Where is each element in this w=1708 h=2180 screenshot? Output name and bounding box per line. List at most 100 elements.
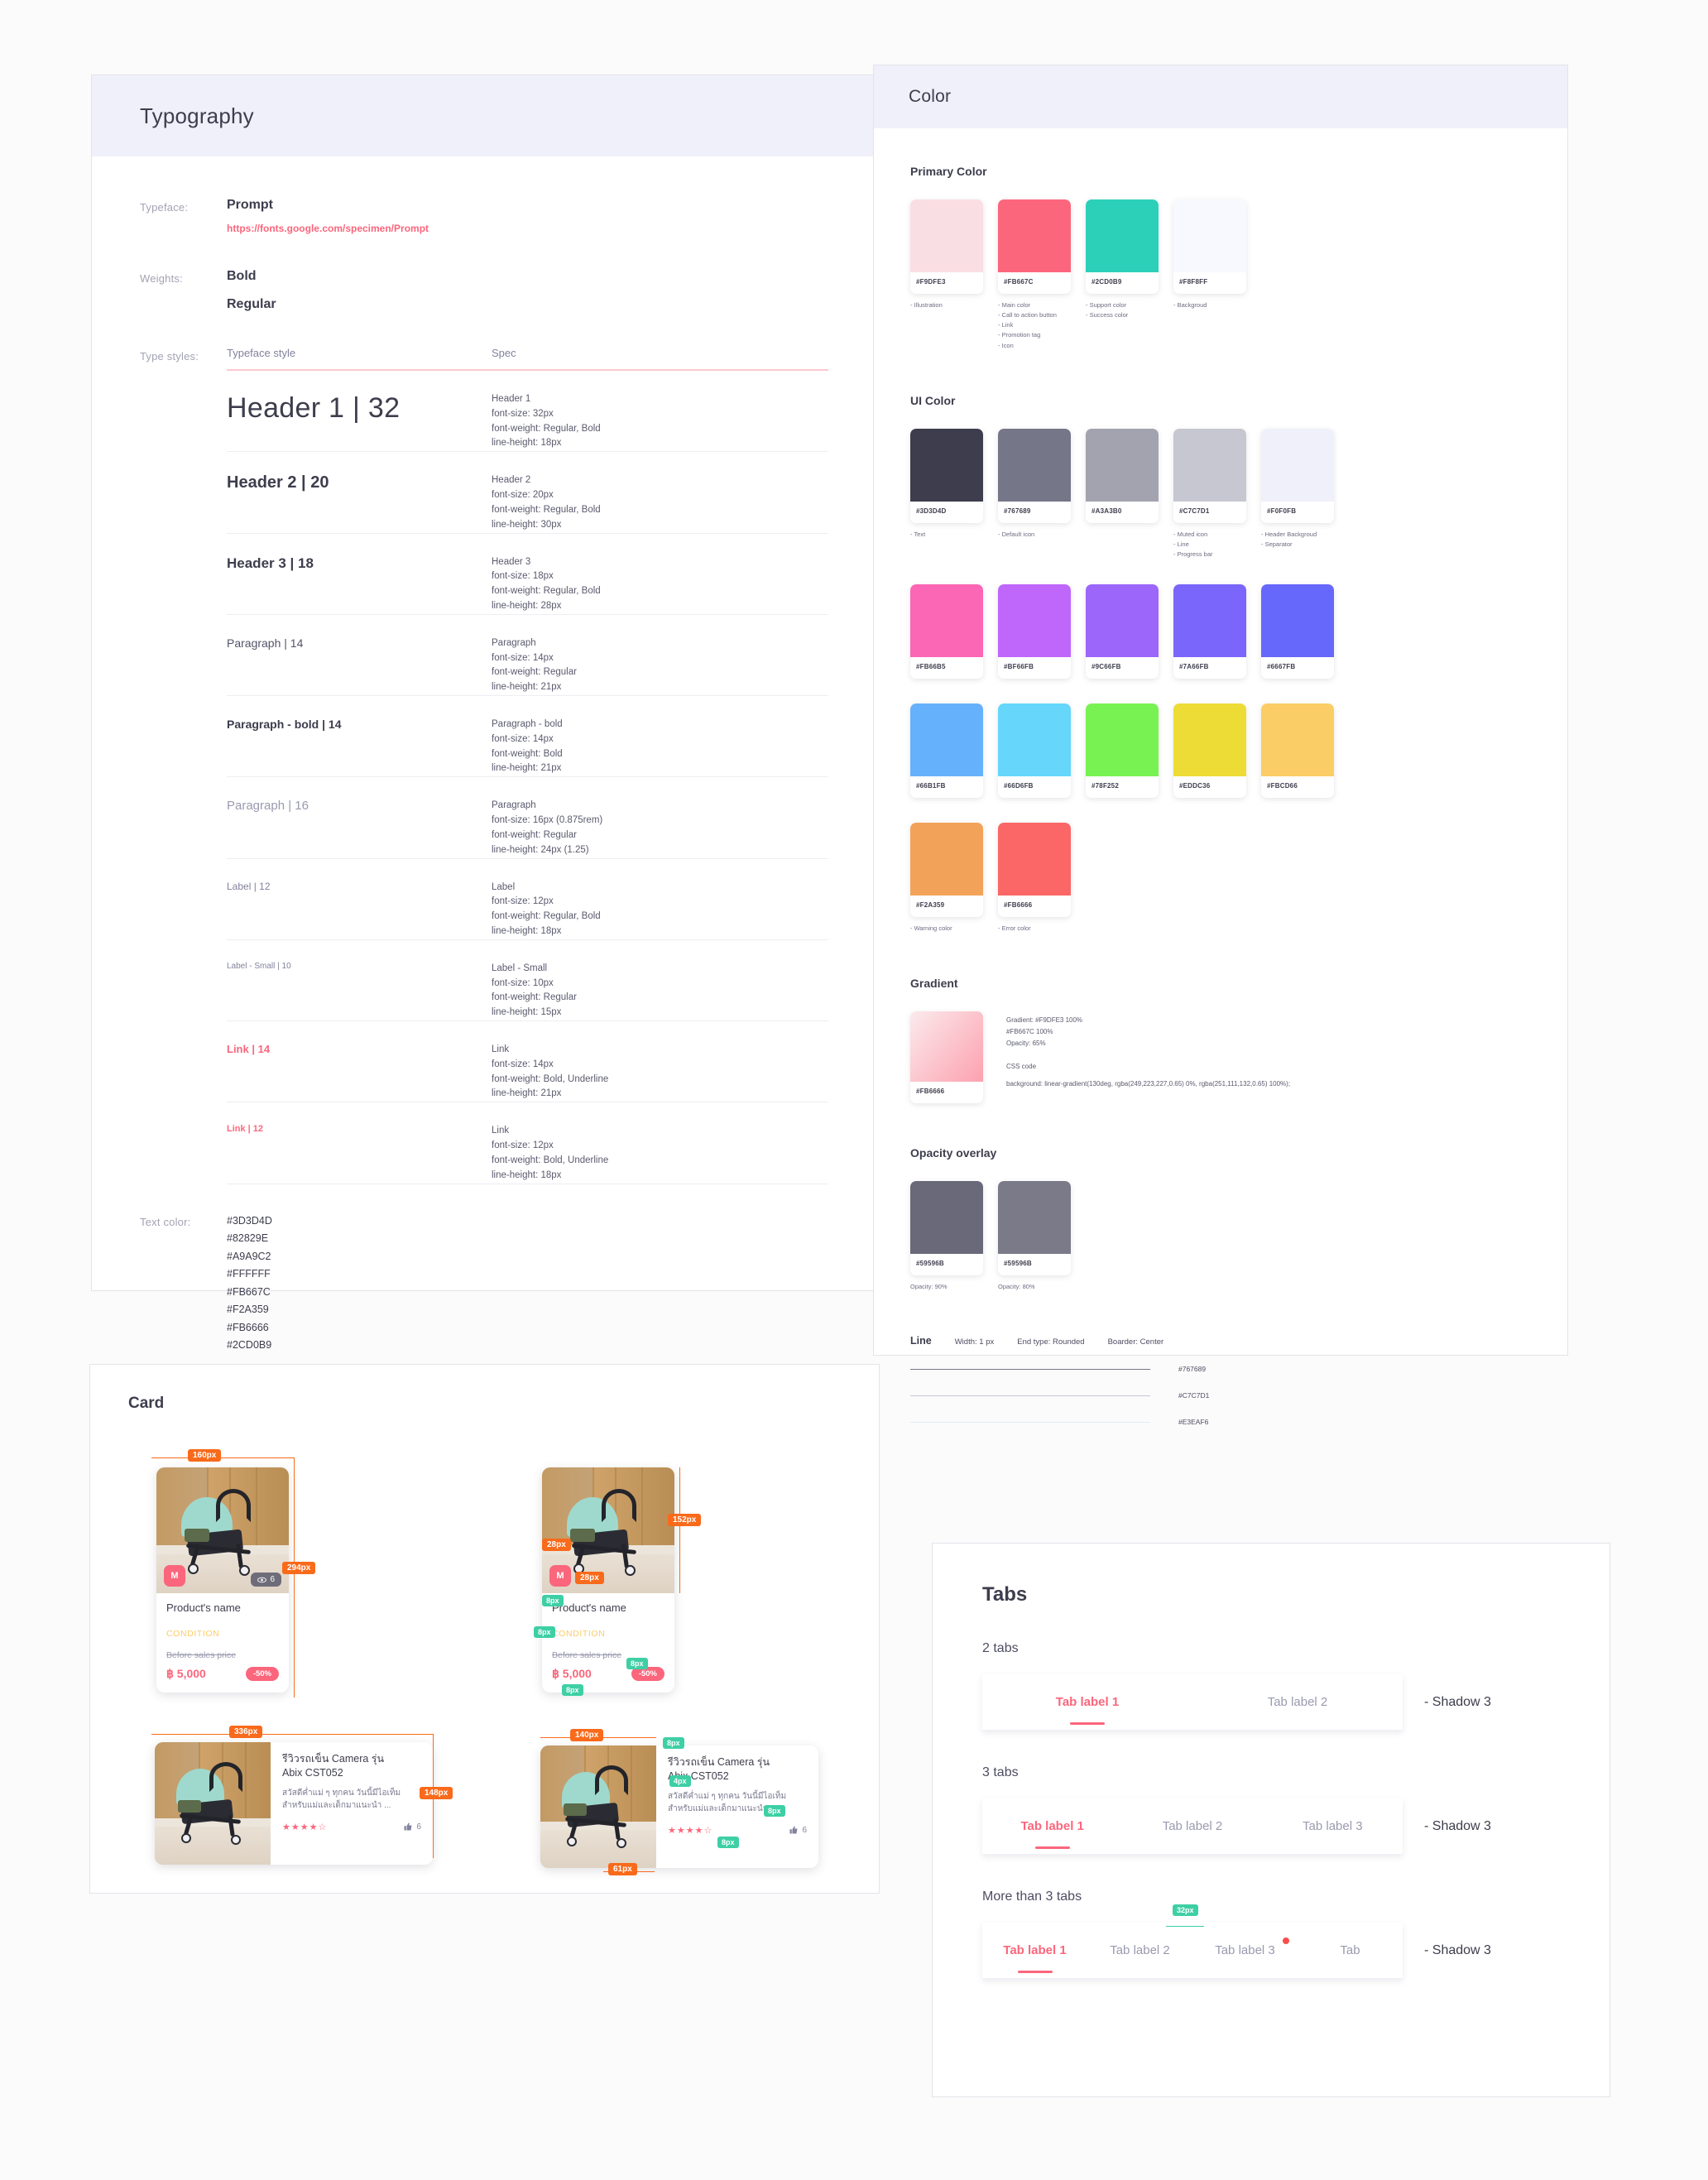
- review-card[interactable]: รีวิวรถเข็น Camera รุ่น Abix CST052 สวัส…: [155, 1742, 433, 1865]
- spec-weight: font-weight: Bold, Underline: [492, 1155, 609, 1165]
- swatch-item: #3D3D4D - Text: [910, 428, 983, 559]
- product-condition: CONDITION: [552, 1629, 606, 1639]
- sample-label-12: Label | 12: [227, 880, 271, 892]
- swatch-item: #C7C7D1 - Muted icon - Line - Progress b…: [1173, 428, 1246, 559]
- color-notes: - Default icon: [998, 523, 1071, 540]
- line-section-title: Line: [910, 1335, 932, 1347]
- rating-stars: ★★★★☆: [282, 1822, 328, 1832]
- color-note: - Promotion tag: [998, 331, 1041, 339]
- spec-size: font-size: 20px: [492, 490, 554, 501]
- type-styles-row: Type styles: Typeface style Spec Header …: [140, 347, 828, 1184]
- spec-size: font-size: 12px: [492, 1140, 554, 1151]
- tab-label-2[interactable]: Tab label 2: [1192, 1674, 1403, 1730]
- swatch-item: #F9DFE3 - Illustration: [910, 199, 983, 351]
- review-photo: [540, 1745, 656, 1868]
- text-color-value: #3D3D4D: [227, 1214, 272, 1227]
- tab-label-1[interactable]: Tab label 1: [982, 1923, 1087, 1978]
- tab-label-1[interactable]: Tab label 1: [982, 1798, 1122, 1854]
- spec-label-12: Label font-size: 12px font-weight: Regul…: [492, 881, 828, 939]
- measure-line: [151, 1457, 294, 1458]
- measure-tag-photo-height: 152px: [668, 1514, 702, 1526]
- spec-line-height: line-height: 15px: [492, 1007, 562, 1018]
- measure-tag-offset: 61px: [608, 1863, 637, 1875]
- spec-line-height: line-height: 30px: [492, 519, 562, 530]
- color-note: - Header Backgroud: [1261, 530, 1317, 538]
- tab-label-3[interactable]: Tab label 3: [1263, 1798, 1403, 1854]
- color-chip: [910, 703, 983, 777]
- text-color-value: #A9A9C2: [227, 1250, 271, 1262]
- tab-label-2[interactable]: Tab label 2: [1122, 1798, 1262, 1854]
- spec-link-14: Link font-size: 14px font-weight: Bold, …: [492, 1043, 828, 1102]
- swatch-item: #767689 - Default icon: [998, 428, 1071, 559]
- tab-text: Tab label 3: [1215, 1943, 1275, 1957]
- column-header-spec: Spec: [492, 347, 516, 359]
- review-footer: ★★★★☆ 6: [282, 1822, 421, 1832]
- spec-label-small-10: Label - Small font-size: 10px font-weigh…: [492, 962, 828, 1020]
- product-photo: M: [542, 1467, 674, 1593]
- color-hex: #59596B: [1004, 1260, 1032, 1268]
- tab-text: Tab label 1: [1055, 1695, 1120, 1709]
- views-badge: 6: [251, 1573, 281, 1587]
- spec-paragraph-14: Paragraph font-size: 14px font-weight: R…: [492, 636, 828, 695]
- gradient-info: Gradient: #F9DFE3 100% #FB667C 100% Opac…: [1006, 1011, 1290, 1090]
- color-chip: [998, 1181, 1071, 1255]
- opacity-note: Opacity: 90%: [910, 1275, 983, 1292]
- table-row: Label | 12 Label font-size: 12px font-we…: [227, 859, 828, 940]
- stroller-photo: [540, 1745, 656, 1868]
- spec-line-height: line-height: 18px: [492, 925, 562, 936]
- type-styles-table-header: Typeface style Spec: [227, 347, 828, 369]
- swatch-item: #7A66FB: [1173, 584, 1246, 679]
- color-notes: - Backgroud: [1173, 294, 1246, 310]
- typography-content: Typeface: Prompt https://fonts.google.co…: [92, 156, 876, 1380]
- color-notes: - Illustration: [910, 294, 983, 310]
- css-code-value: background: linear-gradient(130deg, rgba…: [1006, 1080, 1291, 1088]
- color-chip: [910, 428, 983, 502]
- text-color-values: #3D3D4D #82829E #A9A9C2 #FFFFFF #FB667C …: [227, 1212, 272, 1355]
- swatch-item: #2CD0B9 - Support color - Success color: [1086, 199, 1159, 351]
- gradient-block: #FB6666 Gradient: #F9DFE3 100% #FB667C 1…: [910, 1011, 1531, 1104]
- tab-label-3[interactable]: Tab label 3: [1192, 1923, 1298, 1978]
- tabs-panel-title: Tabs: [982, 1583, 1028, 1606]
- line-sample-row: #C7C7D1: [910, 1391, 1531, 1400]
- spec-size: font-size: 14px: [492, 652, 554, 663]
- measure-tag-badge-size: 28px: [575, 1572, 604, 1584]
- tab-label-1[interactable]: Tab label 1: [982, 1674, 1192, 1730]
- measure-tag-card-width: 160px: [188, 1449, 222, 1462]
- table-row: Header 1 | 32 Header 1 font-size: 32px f…: [227, 371, 828, 453]
- shadow-note: - Shadow 3: [1424, 1943, 1491, 1957]
- color-chip: [1173, 199, 1246, 272]
- color-chip: [1261, 584, 1334, 658]
- tabs-group-label-2: 2 tabs: [982, 1641, 1019, 1655]
- tab-label-4[interactable]: Tab: [1298, 1923, 1403, 1978]
- spec-line-height: line-height: 21px: [492, 682, 562, 693]
- spacing-tag-bottom: 8px: [717, 1837, 739, 1848]
- table-row: Paragraph - bold | 14 Paragraph - bold f…: [227, 696, 828, 778]
- product-card[interactable]: M Product's name CONDITION Before sales …: [542, 1467, 674, 1693]
- color-hex: #78F252: [1091, 782, 1119, 790]
- product-price: ฿ 5,000: [552, 1667, 592, 1680]
- tab-label-2[interactable]: Tab label 2: [1087, 1923, 1192, 1978]
- line-section-header: Line Width: 1 px End type: Rounded Board…: [910, 1335, 1531, 1347]
- weights-row: Weights: Bold Regular: [140, 269, 828, 312]
- spec-weight: font-weight: Regular: [492, 829, 577, 840]
- spec-link-12: Link font-size: 12px font-weight: Bold, …: [492, 1124, 828, 1183]
- swatch-item: #59596B Opacity: 90%: [910, 1181, 983, 1292]
- swatch-item: #6667FB: [1261, 584, 1334, 679]
- typeface-row: Typeface: Prompt https://fonts.google.co…: [140, 198, 828, 234]
- spacing-tag-title-desc: 4px: [669, 1775, 691, 1787]
- line-sample-row: #767689: [910, 1365, 1531, 1373]
- product-condition: CONDITION: [166, 1629, 220, 1639]
- sample-label-small-10: Label - Small | 10: [227, 961, 291, 971]
- color-title: Color: [909, 87, 952, 106]
- table-row: Header 2 | 20 Header 2 font-size: 20px f…: [227, 452, 828, 534]
- color-hex: #FB667C: [1004, 278, 1034, 286]
- product-card[interactable]: M 6 Product's name CONDITION Before sale…: [156, 1467, 289, 1693]
- opacity-note: Opacity: 80%: [998, 1275, 1071, 1292]
- text-color-value: #82829E: [227, 1232, 269, 1244]
- table-row: Link | 14 Link font-size: 14px font-weig…: [227, 1021, 828, 1103]
- review-title-line-2: Abix CST052: [282, 1766, 343, 1779]
- swatch-item: #F8F8FF - Backgroud: [1173, 199, 1246, 351]
- shadow-note: - Shadow 3: [1424, 1695, 1491, 1709]
- review-photo: [155, 1742, 271, 1865]
- typeface-link[interactable]: https://fonts.google.com/specimen/Prompt: [227, 223, 429, 234]
